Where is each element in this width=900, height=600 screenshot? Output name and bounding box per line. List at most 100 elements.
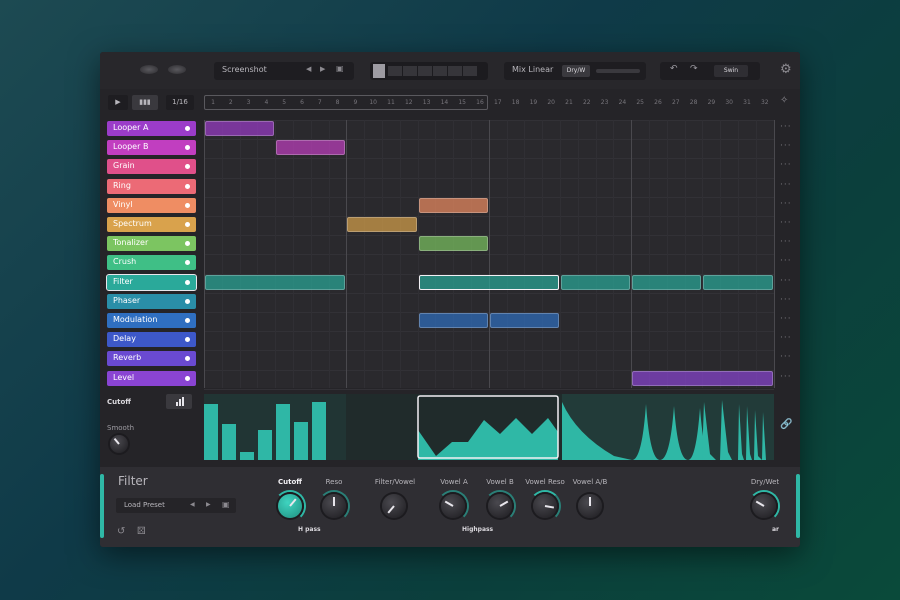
step-number[interactable]: 23 (596, 99, 614, 106)
track-enable-dot[interactable] (185, 164, 190, 170)
step-number[interactable]: 7 (311, 99, 329, 106)
link-icon[interactable]: 🔗 (780, 419, 792, 430)
save-icon[interactable]: ▣ (222, 500, 230, 509)
track-enable-dot[interactable] (185, 202, 190, 208)
clip[interactable] (205, 121, 275, 136)
automation-mode-button[interactable] (166, 394, 192, 409)
track-tonalizer[interactable]: Tonalizer (107, 236, 196, 252)
track-level[interactable]: Level (107, 370, 196, 386)
track-enable-dot[interactable] (185, 222, 190, 227)
step-number[interactable]: 8 (329, 99, 347, 106)
input-knob[interactable] (140, 65, 158, 74)
track-ring[interactable]: Ring (107, 178, 196, 194)
track-enable-dot[interactable] (185, 183, 190, 189)
mix-slider[interactable] (596, 69, 640, 73)
track-looper-b[interactable]: Looper B (107, 140, 196, 156)
step-number[interactable]: 4 (257, 99, 275, 106)
vowel-reso-knob[interactable] (533, 494, 557, 518)
clip[interactable] (418, 236, 488, 252)
clip[interactable] (276, 140, 346, 156)
step-number[interactable]: 18 (507, 99, 525, 106)
step-number[interactable]: 11 (382, 99, 400, 106)
step-number[interactable]: 21 (560, 99, 578, 106)
track-delay[interactable]: Delay (107, 332, 196, 348)
vowel-ab-knob[interactable] (578, 494, 602, 518)
track-menu-icon[interactable]: ··· (780, 237, 792, 247)
step-number[interactable]: 29 (702, 99, 720, 106)
automation-lane[interactable] (204, 394, 774, 460)
prev-icon[interactable]: ◀ (190, 501, 195, 508)
track-enable-dot[interactable] (185, 337, 190, 343)
pattern-slot[interactable] (433, 66, 447, 76)
redo-icon[interactable]: ↷ (690, 64, 698, 74)
track-menu-icon[interactable]: ··· (780, 141, 792, 151)
track-enable-dot[interactable] (185, 241, 190, 247)
output-knob[interactable] (168, 65, 186, 74)
dry-wet-knob[interactable] (752, 494, 776, 518)
preset-selector[interactable]: Screenshot ◀ ▶ ▣ (214, 62, 354, 80)
track-looper-a[interactable]: Looper A (107, 121, 196, 136)
cutoff-knob[interactable] (278, 494, 302, 518)
step-number[interactable]: 22 (578, 99, 596, 106)
step-number[interactable]: 27 (667, 99, 685, 106)
track-enable-dot[interactable] (185, 145, 190, 151)
clip[interactable] (347, 217, 417, 232)
step-number[interactable]: 5 (275, 99, 293, 106)
step-number[interactable]: 15 (453, 99, 471, 106)
step-number[interactable]: 14 (435, 99, 453, 106)
pattern-slot[interactable] (373, 64, 385, 78)
clip[interactable] (561, 274, 631, 290)
pattern-slot[interactable] (418, 66, 432, 76)
track-menu-icon[interactable]: ··· (780, 199, 792, 209)
track-menu-icon[interactable]: ··· (780, 218, 792, 228)
pattern-slot[interactable] (463, 66, 477, 76)
reset-icon[interactable]: ↺ (117, 526, 125, 537)
step-number[interactable]: 31 (738, 99, 756, 106)
step-number[interactable]: 13 (418, 99, 436, 106)
track-grain[interactable]: Grain (107, 159, 196, 175)
vowel-b-knob[interactable] (488, 494, 512, 518)
filter-vowel-knob[interactable] (382, 494, 406, 518)
step-number[interactable]: 28 (685, 99, 703, 106)
clip[interactable] (489, 313, 559, 328)
track-enable-dot[interactable] (185, 126, 190, 131)
step-number[interactable]: 1 (204, 99, 222, 106)
prev-preset-icon[interactable]: ◀ (306, 65, 311, 73)
step-number[interactable]: 19 (524, 99, 542, 106)
pattern-slot[interactable] (403, 66, 417, 76)
step-number[interactable]: 20 (542, 99, 560, 106)
track-crush[interactable]: Crush (107, 255, 196, 271)
save-icon[interactable]: ▣ (336, 64, 344, 73)
randomize-icon[interactable]: ✧ (780, 95, 788, 106)
track-menu-icon[interactable]: ··· (780, 256, 792, 266)
track-enable-dot[interactable] (185, 356, 190, 362)
pattern-slot[interactable] (448, 66, 462, 76)
track-menu-icon[interactable]: ··· (780, 122, 792, 132)
reso-knob[interactable] (322, 494, 346, 518)
gear-icon[interactable]: ⚙ (780, 62, 792, 77)
clip[interactable] (632, 274, 702, 290)
clip[interactable] (418, 313, 488, 328)
mix-control[interactable]: Mix Linear Dry/W (504, 62, 646, 80)
step-number[interactable]: 26 (649, 99, 667, 106)
vowel-a-knob[interactable] (441, 494, 465, 518)
step-number[interactable]: 9 (346, 99, 364, 106)
next-preset-icon[interactable]: ▶ (320, 65, 325, 73)
smooth-knob[interactable] (110, 435, 128, 453)
track-menu-icon[interactable]: ··· (780, 276, 792, 286)
track-phaser[interactable]: Phaser (107, 293, 196, 309)
step-number[interactable]: 24 (613, 99, 631, 106)
rate-button[interactable]: 1/16 (166, 95, 194, 110)
step-number[interactable]: 3 (240, 99, 258, 106)
track-spectrum[interactable]: Spectrum (107, 217, 196, 232)
track-enable-dot[interactable] (185, 279, 190, 285)
track-enable-dot[interactable] (185, 375, 190, 381)
track-enable-dot[interactable] (185, 298, 190, 304)
pattern-slot[interactable] (388, 66, 402, 76)
step-number[interactable]: 16 (471, 99, 489, 106)
track-enable-dot[interactable] (185, 260, 190, 266)
track-vinyl[interactable]: Vinyl (107, 197, 196, 213)
track-modulation[interactable]: Modulation (107, 313, 196, 328)
track-menu-icon[interactable]: ··· (780, 352, 792, 362)
step-number[interactable]: 17 (489, 99, 507, 106)
